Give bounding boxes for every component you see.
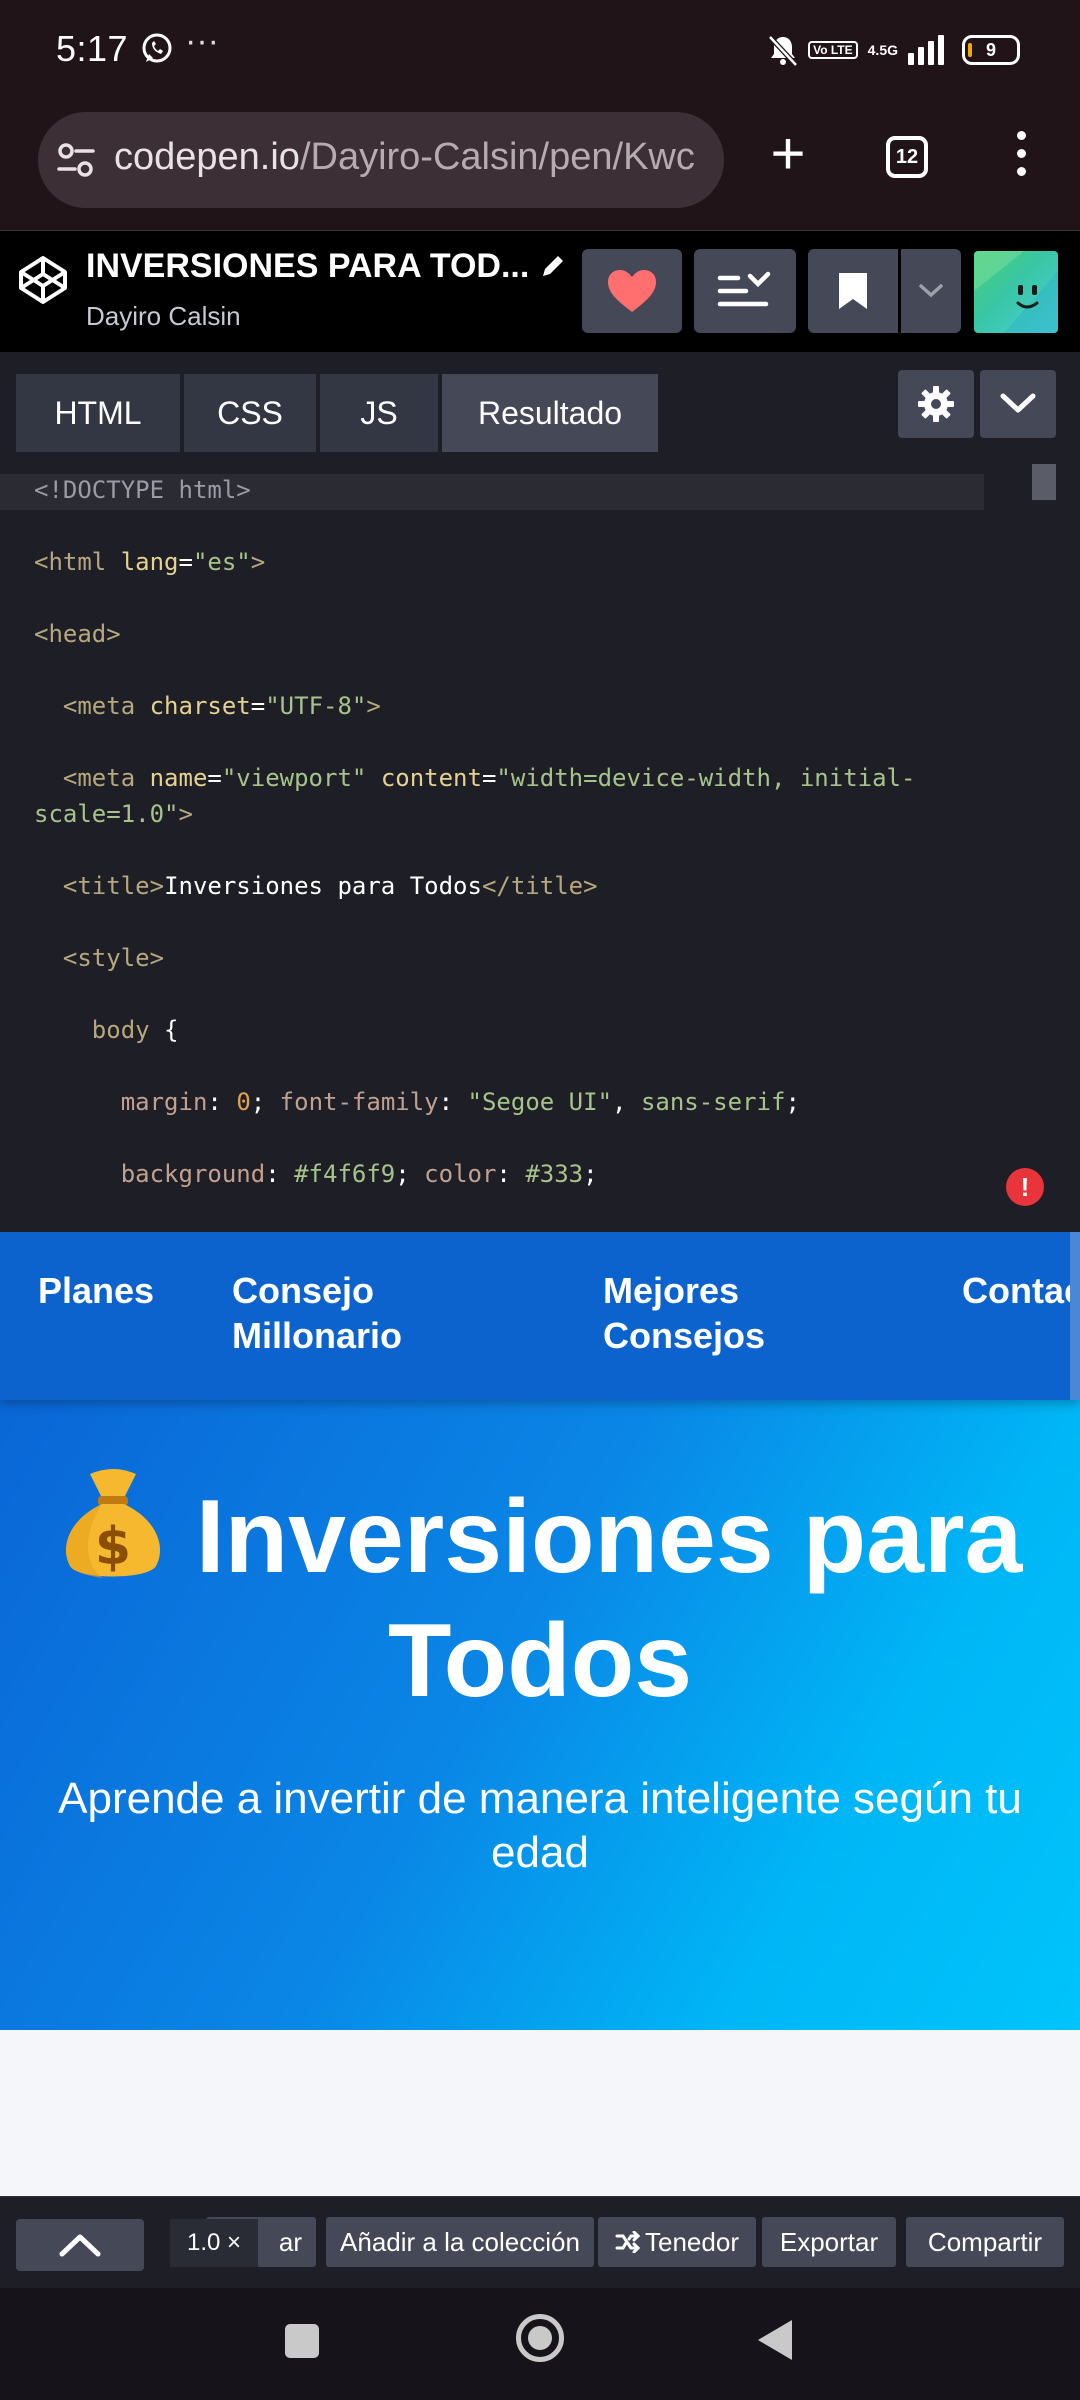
fork-button[interactable]: Tenedor	[598, 2217, 756, 2267]
fork-icon	[615, 2231, 641, 2253]
code-line: <title>Inversiones para Todos</title>	[62, 872, 598, 900]
code-line: body {	[91, 1016, 179, 1044]
battery-icon: 9	[962, 35, 1020, 65]
fork-label: Tenedor	[645, 2226, 739, 2257]
nav-link-planes[interactable]: Planes	[38, 1268, 154, 1313]
system-navigation-bar	[0, 2288, 1080, 2400]
hero-subtitle: Aprende a invertir de manera inteligente…	[58, 1774, 1022, 1877]
settings-button[interactable]	[898, 370, 974, 438]
chevron-down-icon	[919, 284, 943, 298]
code-line: <meta name="viewport" content="width=dev…	[34, 764, 916, 828]
like-button[interactable]	[582, 249, 682, 333]
tab-html[interactable]: HTML	[16, 374, 180, 452]
zoom-level[interactable]: 1.0 ×	[170, 2219, 258, 2267]
chevron-up-icon	[59, 2234, 101, 2257]
home-button[interactable]	[516, 2314, 564, 2362]
back-button[interactable]	[758, 2320, 792, 2360]
site-settings-icon[interactable]	[56, 140, 96, 180]
view-options-button[interactable]	[694, 249, 796, 333]
share-button[interactable]: Compartir	[906, 2217, 1064, 2267]
hero-section: $ Inversiones para Todos Aprende a inver…	[0, 1400, 1080, 2030]
heart-icon	[608, 270, 656, 312]
tab-css[interactable]: CSS	[184, 374, 316, 452]
network-type: 4.5G	[867, 42, 898, 58]
nav-link-consejo-millonario[interactable]: Consejo Millonario	[232, 1268, 402, 1358]
url-path: /Dayiro-Calsin/pen/Kwc	[299, 136, 695, 178]
result-preview: Planes Consejo Millonario Mejores Consej…	[0, 1232, 1080, 2196]
editor-tabs: HTML CSS JS Resultado	[0, 352, 1080, 452]
money-bag-icon: $	[65, 1469, 160, 1578]
bookmark-icon	[839, 273, 867, 309]
collapse-editor-button[interactable]	[980, 370, 1056, 438]
status-bar: 5:17 ··· Vo LTE 4.5G 9	[0, 0, 1080, 100]
nav-link-contacto[interactable]: Contac	[962, 1268, 1080, 1313]
recents-button[interactable]	[285, 2324, 319, 2358]
notification-overflow: ···	[185, 22, 219, 60]
new-tab-button[interactable]: +	[758, 124, 818, 186]
user-avatar[interactable]	[974, 251, 1058, 333]
volte-indicator: Vo LTE	[808, 41, 858, 59]
tab-switcher-button[interactable]: 12	[886, 136, 928, 178]
layout-list-icon	[717, 271, 771, 307]
chevron-down-icon	[1000, 393, 1036, 413]
export-button[interactable]: Exportar	[762, 2217, 896, 2267]
svg-text:$: $	[95, 1517, 131, 1577]
code-line: <style>	[62, 944, 165, 972]
mute-bell-icon	[768, 35, 798, 67]
code-line: <!DOCTYPE html>	[34, 476, 251, 504]
url-host: codepen.io	[114, 136, 300, 178]
tab-result[interactable]: Resultado	[442, 374, 658, 452]
add-to-collection-button[interactable]: Añadir a la colección	[326, 2217, 594, 2267]
codepen-logo-icon[interactable]	[18, 255, 68, 305]
preview-navbar: Planes Consejo Millonario Mejores Consej…	[0, 1232, 1080, 1400]
url-text[interactable]: codepen.io/Dayiro-Calsin/pen/Kwc	[114, 136, 695, 179]
whatsapp-icon	[142, 33, 172, 63]
expand-up-button[interactable]	[16, 2219, 144, 2271]
gear-icon	[918, 386, 954, 422]
signal-icon	[908, 35, 944, 65]
status-icons: Vo LTE 4.5G 9	[768, 30, 1020, 70]
error-indicator-icon[interactable]: !	[1006, 1168, 1044, 1206]
bookmark-dropdown-button[interactable]	[901, 249, 961, 333]
codepen-header: INVERSIONES PARA TOD... Dayiro Calsin	[0, 230, 1080, 352]
status-time: 5:17	[56, 28, 129, 69]
tab-js[interactable]: JS	[320, 374, 438, 452]
editor-scrollbar[interactable]	[1032, 464, 1056, 500]
code-lines[interactable]: <!DOCTYPE html> <html lang="es"> <head> …	[34, 472, 1034, 1228]
codepen-footer-toolbar: 1.0 × ar Añadir a la colección Tenedor E…	[0, 2196, 1080, 2288]
hero-title: $ Inversiones para Todos	[40, 1464, 1040, 1723]
preview-nav-scrollbar[interactable]	[1070, 1232, 1080, 1400]
edit-pencil-icon[interactable]	[540, 253, 566, 279]
nav-link-mejores-consejos[interactable]: Mejores Consejos	[603, 1268, 765, 1358]
code-line: <html lang="es">	[34, 548, 266, 576]
browser-menu-icon[interactable]	[1006, 126, 1036, 186]
hero-title-text: Inversiones para Todos	[195, 1479, 1023, 1719]
pen-author[interactable]: Dayiro Calsin	[86, 301, 241, 332]
code-line: <meta charset="UTF-8">	[62, 692, 381, 720]
code-line: margin: 0; font-family: "Segoe UI", sans…	[120, 1088, 800, 1116]
bookmark-button[interactable]	[808, 249, 898, 333]
pen-title[interactable]: INVERSIONES PARA TOD...	[86, 247, 529, 286]
browser-toolbar: codepen.io/Dayiro-Calsin/pen/Kwc + 12	[0, 100, 1080, 230]
code-line: background: #f4f6f9; color: #333;	[120, 1160, 598, 1188]
address-bar[interactable]: codepen.io/Dayiro-Calsin/pen/Kwc	[38, 112, 724, 208]
html-code-editor[interactable]: <!DOCTYPE html> <html lang="es"> <head> …	[0, 452, 1080, 1232]
code-line: <head>	[34, 620, 121, 648]
battery-level: 9	[985, 40, 996, 60]
avatar-face-icon	[974, 251, 1058, 333]
